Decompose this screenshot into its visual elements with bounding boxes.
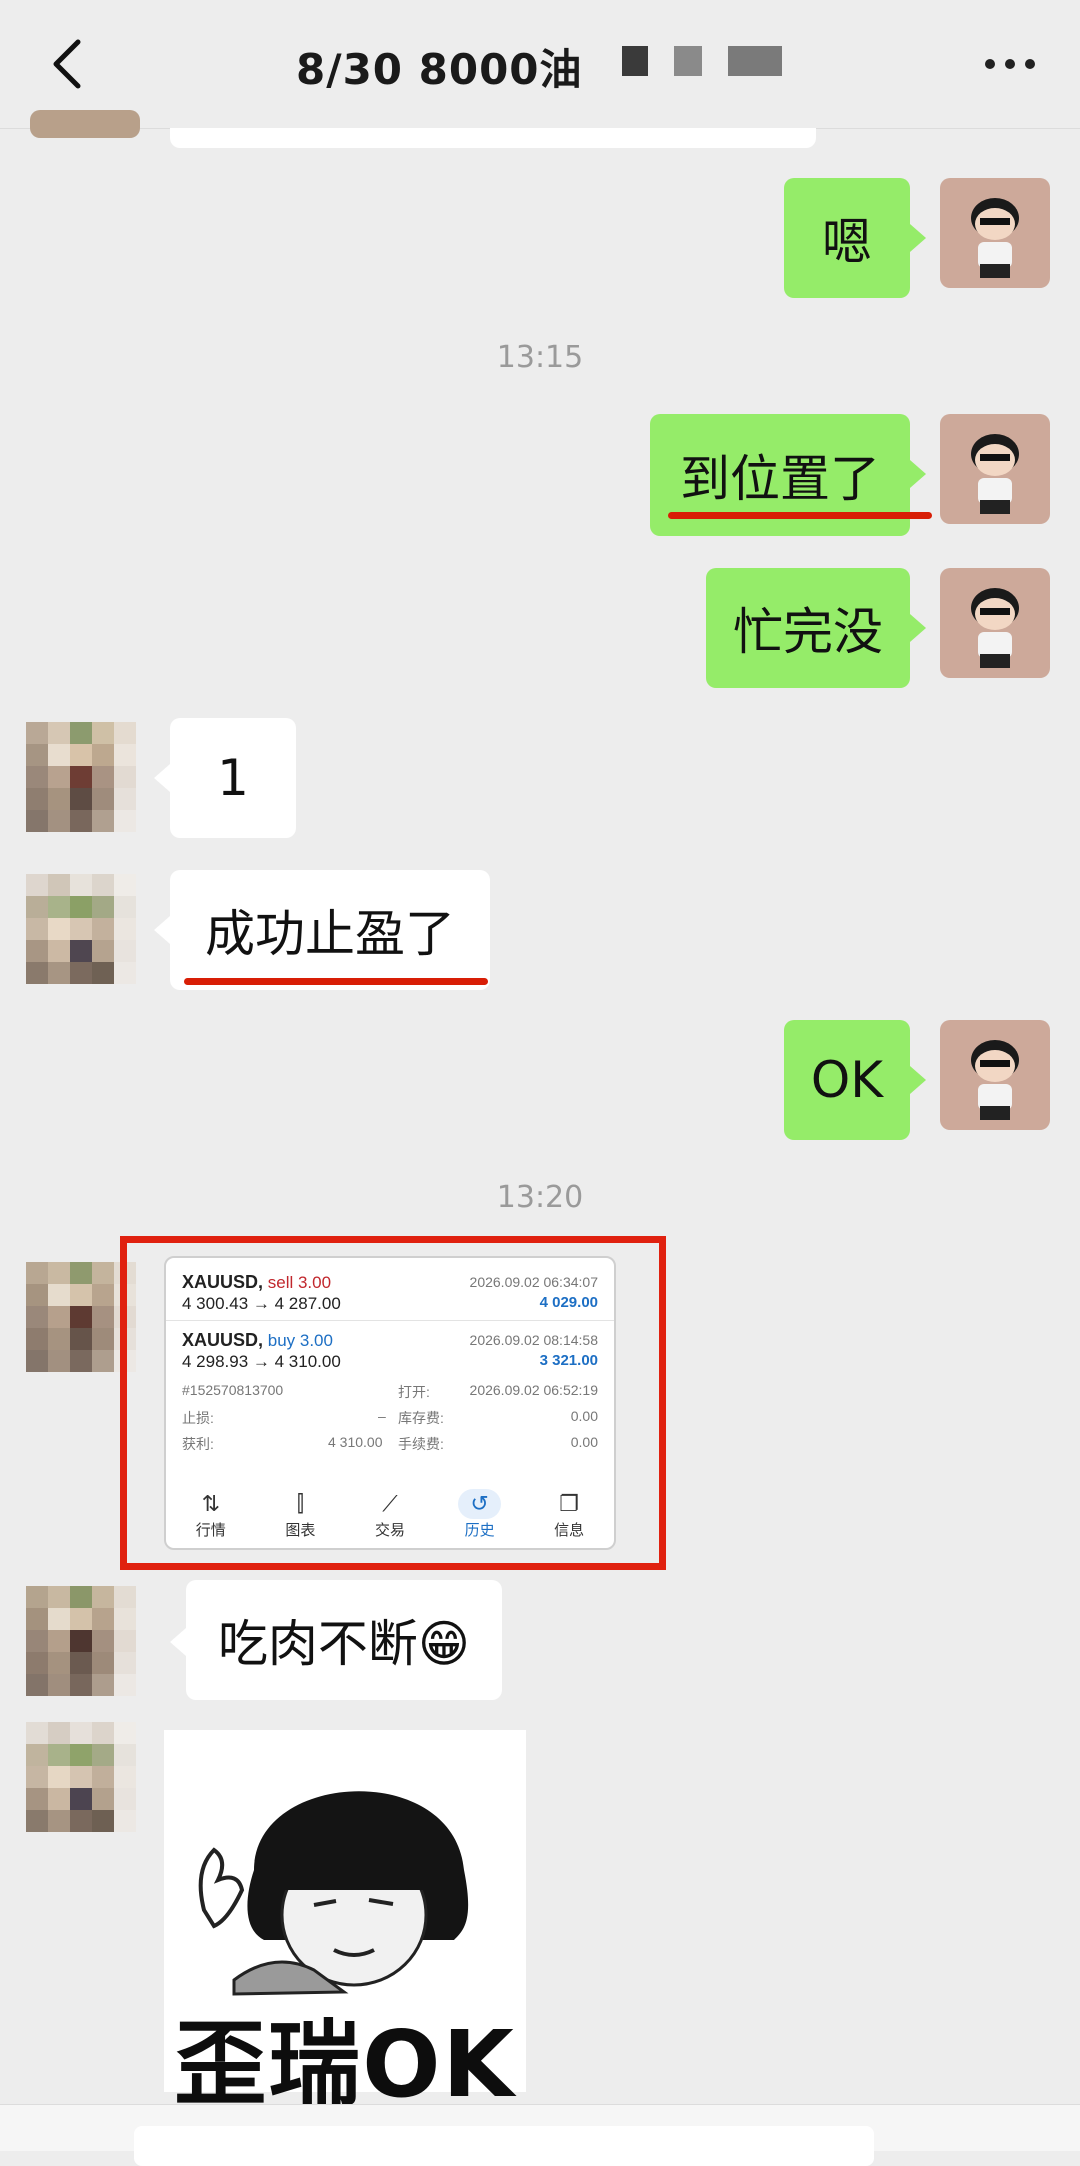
- bubble-tail: [910, 460, 926, 488]
- sl-label: 止损:: [182, 1410, 214, 1426]
- message-text: 吃肉不断😁: [217, 1615, 471, 1673]
- bubble-tail: [910, 1066, 926, 1094]
- sl-value: –: [378, 1408, 386, 1424]
- nav-messages[interactable]: ❐ 信息: [539, 1489, 599, 1540]
- trade-prices: 4 300.43 → 4 287.00: [182, 1294, 341, 1313]
- nav-quotes[interactable]: ⇅ 行情: [181, 1489, 241, 1540]
- nav-chart[interactable]: ⫿ 图表: [270, 1489, 330, 1540]
- order-id: #152570813700: [182, 1382, 284, 1398]
- message-text: OK: [810, 1051, 884, 1109]
- chat-header: 8/30 8000油: [0, 0, 1080, 129]
- history-clock-icon: ↺: [458, 1489, 501, 1519]
- bubble-tail: [170, 1628, 186, 1656]
- my-avatar[interactable]: [940, 414, 1050, 524]
- chat-title: 8/30 8000油: [296, 45, 583, 94]
- other-avatar-pixelated[interactable]: [26, 722, 136, 832]
- message-text: 1: [217, 749, 249, 807]
- bubble-tail: [154, 916, 170, 944]
- back-arrow-icon[interactable]: [40, 34, 100, 94]
- my-avatar[interactable]: [940, 568, 1050, 678]
- other-avatar-pixelated[interactable]: [26, 1722, 136, 1832]
- red-underline-mark: [668, 512, 932, 519]
- arrows-updown-icon: ⇅: [201, 1491, 221, 1516]
- partial-bubble: [170, 128, 816, 148]
- fee-value: 0.00: [570, 1434, 598, 1450]
- message-text: 成功止盈了: [205, 905, 455, 963]
- bubble-tail: [154, 764, 170, 792]
- chat-bubbles-icon: ❐: [559, 1491, 580, 1516]
- trade-date: 2026.09.02 06:34:07: [469, 1274, 598, 1290]
- my-message-bubble[interactable]: 忙完没: [706, 568, 910, 688]
- red-underline-mark: [184, 978, 488, 985]
- other-avatar-pixelated[interactable]: [26, 874, 136, 984]
- trend-line-icon: ⟋: [382, 1491, 398, 1516]
- open-value: 2026.09.02 06:52:19: [469, 1382, 598, 1398]
- my-message-bubble[interactable]: 嗯: [784, 178, 910, 298]
- divider: [166, 1320, 614, 1321]
- my-avatar[interactable]: [940, 178, 1050, 288]
- other-message-bubble[interactable]: 成功止盈了: [170, 870, 490, 990]
- timestamp: 13:20: [496, 1180, 584, 1215]
- trade-side: buy 3.00: [267, 1331, 333, 1350]
- my-avatar[interactable]: [940, 1020, 1050, 1130]
- my-message-bubble[interactable]: OK: [784, 1020, 910, 1140]
- meme-sticker[interactable]: 歪瑞OK: [164, 1730, 526, 2118]
- other-message-bubble[interactable]: 1: [170, 718, 296, 838]
- partial-avatar: [30, 110, 140, 138]
- tp-label: 获利:: [182, 1436, 214, 1452]
- bubble-tail: [910, 224, 926, 252]
- candlestick-icon: ⫿: [296, 1491, 304, 1516]
- nav-trade[interactable]: ⟋ 交易: [360, 1489, 420, 1540]
- swap-label: 库存费:: [398, 1410, 444, 1426]
- message-text: 到位置了: [680, 450, 880, 508]
- nav-history[interactable]: ↺ 历史: [450, 1489, 510, 1540]
- message-text: 嗯: [822, 213, 872, 271]
- more-options-icon[interactable]: [980, 44, 1040, 84]
- fee-label: 手续费:: [398, 1436, 444, 1452]
- trade-history-screenshot[interactable]: XAUUSD, sell 3.00 2026.09.02 06:34:07 4 …: [164, 1256, 616, 1550]
- trade-side: sell 3.00: [267, 1273, 332, 1292]
- trade-profit: 3 321.00: [539, 1352, 598, 1369]
- message-text: 忙完没: [733, 603, 883, 661]
- trade-symbol: XAUUSD,: [182, 1330, 264, 1350]
- swap-value: 0.00: [570, 1408, 598, 1424]
- other-avatar-pixelated[interactable]: [26, 1586, 136, 1696]
- message-input[interactable]: [134, 2126, 874, 2166]
- timestamp: 13:15: [496, 340, 584, 375]
- tp-value: 4 310.00: [328, 1434, 383, 1450]
- open-label: 打开:: [398, 1384, 430, 1400]
- bubble-tail: [910, 614, 926, 642]
- trade-profit: 4 029.00: [539, 1294, 598, 1311]
- trade-date: 2026.09.02 08:14:58: [469, 1332, 598, 1348]
- other-message-bubble[interactable]: 吃肉不断😁: [186, 1580, 502, 1700]
- app-bottom-nav: ⇅ 行情 ⫿ 图表 ⟋ 交易 ↺ 历史 ❐ 信息: [166, 1489, 614, 1540]
- trade-prices: 4 298.93 → 4 310.00: [182, 1352, 341, 1371]
- trade-symbol: XAUUSD,: [182, 1272, 264, 1292]
